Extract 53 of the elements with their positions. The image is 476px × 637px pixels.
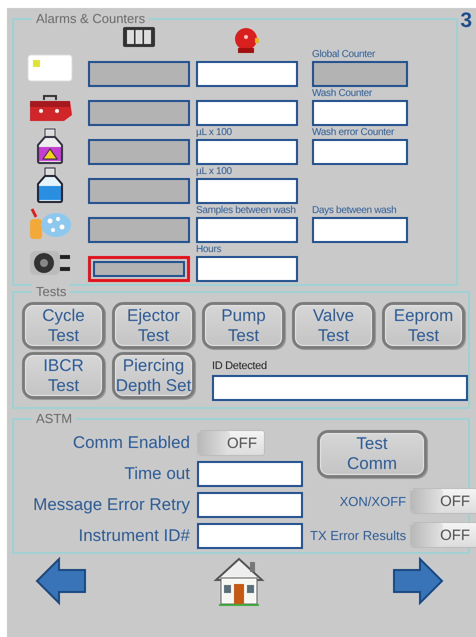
input-field[interactable] — [196, 100, 298, 126]
page-number: 3 — [460, 9, 472, 33]
toggle-switch[interactable]: OFF — [410, 488, 476, 514]
bell-icon — [232, 26, 262, 54]
spray-bottle-icon — [28, 206, 72, 240]
forward-arrow-icon — [390, 556, 446, 608]
field-label: Wash error Counter — [312, 126, 396, 139]
toggle-label: TX Error Results — [310, 528, 406, 542]
input-field[interactable] — [197, 492, 303, 518]
test-button[interactable]: IBCR Test — [22, 352, 105, 399]
input-field[interactable] — [196, 178, 298, 204]
test-button[interactable]: Piercing Depth Set — [112, 352, 195, 399]
field-label: Message Error Retry — [32, 495, 190, 515]
bottle-icon — [35, 166, 65, 204]
field-label: Days between wash — [312, 204, 398, 217]
toggle-label: XON/XOFF — [340, 494, 406, 508]
label-card-icon — [26, 52, 74, 82]
test-button[interactable]: Pump Test — [202, 302, 285, 349]
hazard-bottle-icon — [35, 126, 65, 164]
test-button[interactable]: Cycle Test — [22, 302, 105, 349]
input-field[interactable] — [312, 100, 408, 126]
field-label: µL x 100 — [196, 126, 233, 139]
field-label: Global Counter — [312, 48, 376, 61]
input-field[interactable] — [197, 461, 303, 487]
input-field[interactable] — [196, 139, 298, 165]
input-field[interactable] — [212, 375, 468, 401]
test-button[interactable]: Eeprom Test — [382, 302, 465, 349]
test-button[interactable]: Ejector Test — [112, 302, 195, 349]
input-field[interactable] — [197, 523, 303, 549]
forward-button[interactable] — [390, 556, 446, 608]
field-label: ID Detected — [212, 360, 268, 374]
toggle-switch[interactable]: OFF — [410, 522, 476, 548]
test-comm-button[interactable]: Test Comm — [317, 430, 427, 478]
field-label: Instrument ID# — [78, 526, 190, 546]
input-field[interactable] — [312, 217, 408, 243]
input-field[interactable] — [312, 139, 408, 165]
back-button[interactable] — [33, 556, 89, 608]
field-label: Samples between wash — [196, 204, 297, 217]
input-field[interactable] — [196, 256, 298, 282]
input-field[interactable] — [196, 217, 298, 243]
field-label: Time out — [123, 464, 190, 484]
test-button[interactable]: Valve Test — [292, 302, 375, 349]
field-label: Wash Counter — [312, 87, 373, 100]
input-field[interactable] — [196, 61, 298, 87]
back-arrow-icon — [33, 556, 89, 608]
house-icon — [212, 556, 268, 608]
field-label: Comm Enabled — [72, 433, 190, 453]
home-button[interactable] — [212, 556, 268, 608]
field-label: Hours — [196, 243, 222, 256]
toggle-switch[interactable]: OFF — [197, 430, 265, 456]
pump-icon — [28, 248, 72, 276]
counter-icon — [122, 26, 156, 48]
field-label: µL x 100 — [196, 165, 233, 178]
